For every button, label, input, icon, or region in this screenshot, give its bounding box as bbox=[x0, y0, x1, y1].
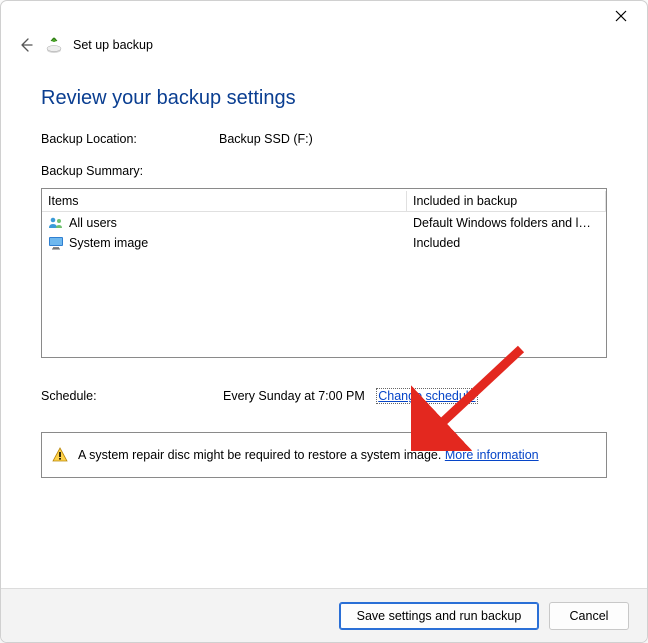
table-row[interactable]: System image Included bbox=[42, 233, 606, 253]
summary-header-items[interactable]: Items bbox=[42, 191, 407, 212]
change-schedule-link[interactable]: Change schedule bbox=[376, 388, 477, 404]
summary-table: Items Included in backup bbox=[41, 188, 607, 358]
note-text-wrapper: A system repair disc might be required t… bbox=[78, 448, 539, 462]
cancel-button[interactable]: Cancel bbox=[549, 602, 629, 630]
table-row[interactable]: All users Default Windows folders and l… bbox=[42, 213, 606, 233]
monitor-icon bbox=[48, 235, 64, 251]
title-bar bbox=[1, 1, 647, 31]
summary-body: All users Default Windows folders and l… bbox=[42, 213, 606, 357]
summary-header-included[interactable]: Included in backup bbox=[407, 191, 606, 212]
backup-location-value: Backup SSD (F:) bbox=[219, 132, 607, 146]
users-icon bbox=[48, 215, 64, 231]
content-area: Review your backup settings Backup Locat… bbox=[1, 59, 647, 588]
schedule-label: Schedule: bbox=[41, 389, 219, 403]
footer-bar: Save settings and run backup Cancel bbox=[1, 588, 647, 642]
note-text: A system repair disc might be required t… bbox=[78, 448, 445, 462]
wizard-header: Set up backup bbox=[1, 31, 647, 59]
backup-app-icon bbox=[45, 36, 63, 54]
close-icon bbox=[615, 10, 627, 22]
save-and-run-button[interactable]: Save settings and run backup bbox=[339, 602, 539, 630]
back-arrow-icon bbox=[18, 37, 34, 53]
backup-summary-label: Backup Summary: bbox=[41, 164, 607, 178]
summary-header-row: Items Included in backup bbox=[42, 189, 606, 213]
row-item-label: System image bbox=[69, 236, 148, 250]
page-heading: Review your backup settings bbox=[41, 87, 607, 110]
schedule-value: Every Sunday at 7:00 PM bbox=[223, 389, 365, 403]
schedule-row: Schedule: Every Sunday at 7:00 PM Change… bbox=[41, 388, 607, 404]
backup-location-label: Backup Location: bbox=[41, 132, 219, 146]
more-information-link[interactable]: More information bbox=[445, 448, 539, 462]
backup-wizard-window: Set up backup Review your backup setting… bbox=[0, 0, 648, 643]
row-included-value: Default Windows folders and l… bbox=[407, 215, 606, 231]
close-button[interactable] bbox=[601, 2, 641, 30]
warning-icon bbox=[52, 447, 68, 463]
back-button[interactable] bbox=[17, 36, 35, 54]
backup-location-row: Backup Location: Backup SSD (F:) bbox=[41, 132, 607, 146]
wizard-title: Set up backup bbox=[73, 38, 153, 52]
row-included-value: Included bbox=[407, 235, 606, 251]
repair-disc-note: A system repair disc might be required t… bbox=[41, 432, 607, 478]
row-item-label: All users bbox=[69, 216, 117, 230]
